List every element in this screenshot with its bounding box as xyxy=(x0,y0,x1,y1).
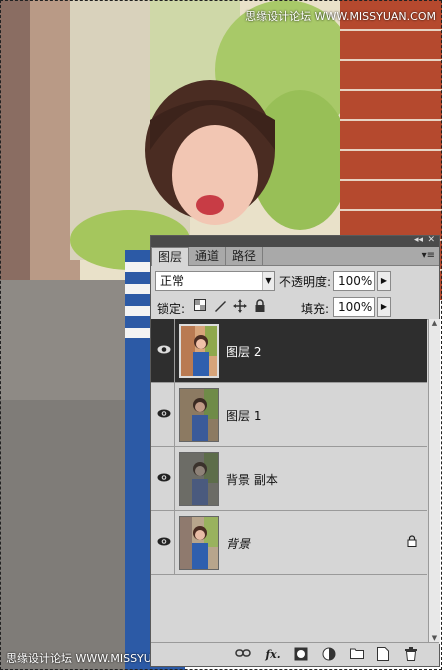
panel-tabs: 图层 通道 路径 ▾≡ xyxy=(151,247,439,266)
group-folder-icon[interactable] xyxy=(349,647,365,663)
fill-slider-button[interactable]: ▶ xyxy=(377,297,391,317)
scroll-up-icon[interactable]: ▲ xyxy=(429,319,440,329)
lock-label: 锁定: xyxy=(157,302,186,316)
adjustment-icon[interactable] xyxy=(321,647,337,663)
fx-icon[interactable]: fx. xyxy=(265,647,281,663)
layer-name[interactable]: 图层 1 xyxy=(226,407,261,424)
opacity-input[interactable]: 100% xyxy=(333,271,375,291)
layer-row-layer-1[interactable]: 图层 1 xyxy=(151,383,427,447)
visibility-toggle[interactable] xyxy=(151,511,175,574)
trash-icon[interactable] xyxy=(403,647,419,663)
layers-scrollbar[interactable]: ▲ ▼ xyxy=(428,319,440,644)
lock-icon xyxy=(407,535,417,547)
lock-icons xyxy=(193,299,267,313)
tab-channels[interactable]: 通道 xyxy=(189,247,227,266)
link-icon[interactable] xyxy=(235,647,251,663)
blend-mode-select[interactable]: 正常 ▼ xyxy=(155,271,275,291)
layer-thumbnail xyxy=(179,388,219,442)
lock-transparency-icon[interactable] xyxy=(193,299,207,313)
eye-icon xyxy=(157,473,171,482)
blend-mode-value: 正常 xyxy=(160,274,185,288)
layers-list: 图层 2 图层 1 背景 副本 背景 xyxy=(151,319,427,644)
layers-panel: ◂◂ ✕ 图层 通道 路径 ▾≡ 正常 ▼ 不透明度: 100% ▶ 锁定: 填… xyxy=(150,235,440,667)
lock-position-move-icon[interactable] xyxy=(233,299,247,313)
visibility-toggle[interactable] xyxy=(151,319,175,382)
fill-input[interactable]: 100% xyxy=(333,297,375,317)
blend-row: 正常 ▼ 不透明度: 100% ▶ xyxy=(151,266,439,294)
layers-bottom-toolbar: fx. xyxy=(151,642,439,666)
visibility-toggle[interactable] xyxy=(151,447,175,510)
layer-name[interactable]: 图层 2 xyxy=(226,343,261,360)
panel-titlebar: ◂◂ ✕ xyxy=(151,235,439,247)
tab-paths[interactable]: 路径 xyxy=(226,247,264,266)
layer-thumbnail xyxy=(179,452,219,506)
visibility-toggle[interactable] xyxy=(151,383,175,446)
eye-icon xyxy=(157,409,171,418)
lock-row: 锁定: 填充: 100% ▶ xyxy=(151,294,439,320)
mask-icon[interactable] xyxy=(293,647,309,663)
watermark-top: 思缘设计论坛 WWW.MISSYUAN.COM xyxy=(245,10,436,23)
layer-name[interactable]: 背景 副本 xyxy=(226,471,278,488)
layer-name[interactable]: 背景 xyxy=(226,535,250,552)
opacity-slider-button[interactable]: ▶ xyxy=(377,271,391,291)
layer-thumbnail xyxy=(179,324,219,378)
fill-label: 填充: xyxy=(301,302,330,316)
eye-icon xyxy=(157,345,171,354)
layer-thumbnail xyxy=(179,516,219,570)
collapse-icon[interactable]: ◂◂ xyxy=(414,235,423,246)
opacity-label: 不透明度: xyxy=(279,275,332,289)
chevron-down-icon: ▼ xyxy=(262,272,274,290)
new-layer-icon[interactable] xyxy=(375,647,391,663)
lock-pixels-brush-icon[interactable] xyxy=(213,299,227,313)
panel-menu-icon[interactable]: ▾≡ xyxy=(422,250,435,261)
layer-row-background[interactable]: 背景 xyxy=(151,511,427,575)
close-icon[interactable]: ✕ xyxy=(427,235,435,246)
eye-icon xyxy=(157,537,171,546)
layer-row-layer-2[interactable]: 图层 2 xyxy=(151,319,427,383)
lock-all-icon[interactable] xyxy=(253,299,267,313)
layer-row-background-copy[interactable]: 背景 副本 xyxy=(151,447,427,511)
tab-layers[interactable]: 图层 xyxy=(151,247,190,266)
